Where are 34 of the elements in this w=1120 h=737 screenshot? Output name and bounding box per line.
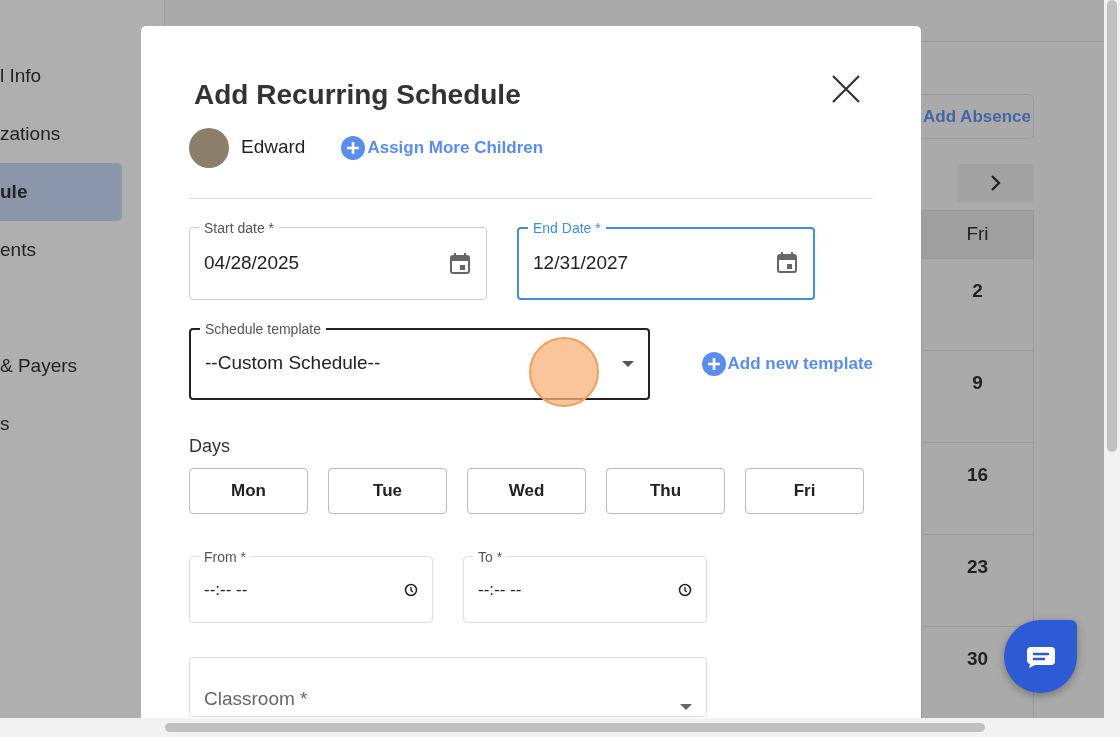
clock-icon <box>404 582 418 597</box>
close-icon <box>831 74 861 104</box>
child-name: Edward <box>241 135 306 160</box>
calendar-icon <box>448 250 472 277</box>
caret-icon <box>621 360 634 367</box>
day-toggle[interactable]: Wed <box>467 467 586 514</box>
column-header: Fri <box>922 210 1033 258</box>
calendar-day: 16 <box>922 442 1033 534</box>
chat-icon <box>1025 645 1056 668</box>
classroom-dropdown[interactable]: Classroom * <box>189 656 707 717</box>
days-label: Days <box>189 434 231 458</box>
sidebar-item[interactable]: l Info <box>0 47 122 105</box>
caret-icon <box>680 703 692 710</box>
plus-icon <box>701 352 726 377</box>
day-toggle[interactable]: Mon <box>189 467 308 514</box>
avatar-photo-placeholder <box>189 127 229 168</box>
scrollbar-thumb[interactable] <box>165 723 985 732</box>
next-button[interactable] <box>957 164 1034 202</box>
clock-icon <box>678 582 692 597</box>
close-button[interactable] <box>831 74 861 104</box>
calendar-day: 9 <box>922 350 1033 442</box>
day-toggle[interactable]: Thu <box>606 467 725 514</box>
sidebar-item[interactable]: ule <box>0 163 122 221</box>
sidebar-item[interactable]: ents <box>0 221 122 279</box>
sidebar-item[interactable]: & Payers <box>0 337 122 395</box>
scrollbar-thumb[interactable] <box>1107 0 1117 452</box>
day-toggle[interactable]: Fri <box>745 467 864 514</box>
dialog-title: Add Recurring Schedule <box>194 78 521 112</box>
day-toggle[interactable]: Tue <box>328 467 447 514</box>
plus-icon <box>341 135 366 160</box>
sidebar-item[interactable]: zations <box>0 105 122 163</box>
calendar-day: 2 <box>922 258 1033 350</box>
sidebar-item[interactable]: s <box>0 395 122 453</box>
chevron-right-icon <box>989 174 1002 192</box>
